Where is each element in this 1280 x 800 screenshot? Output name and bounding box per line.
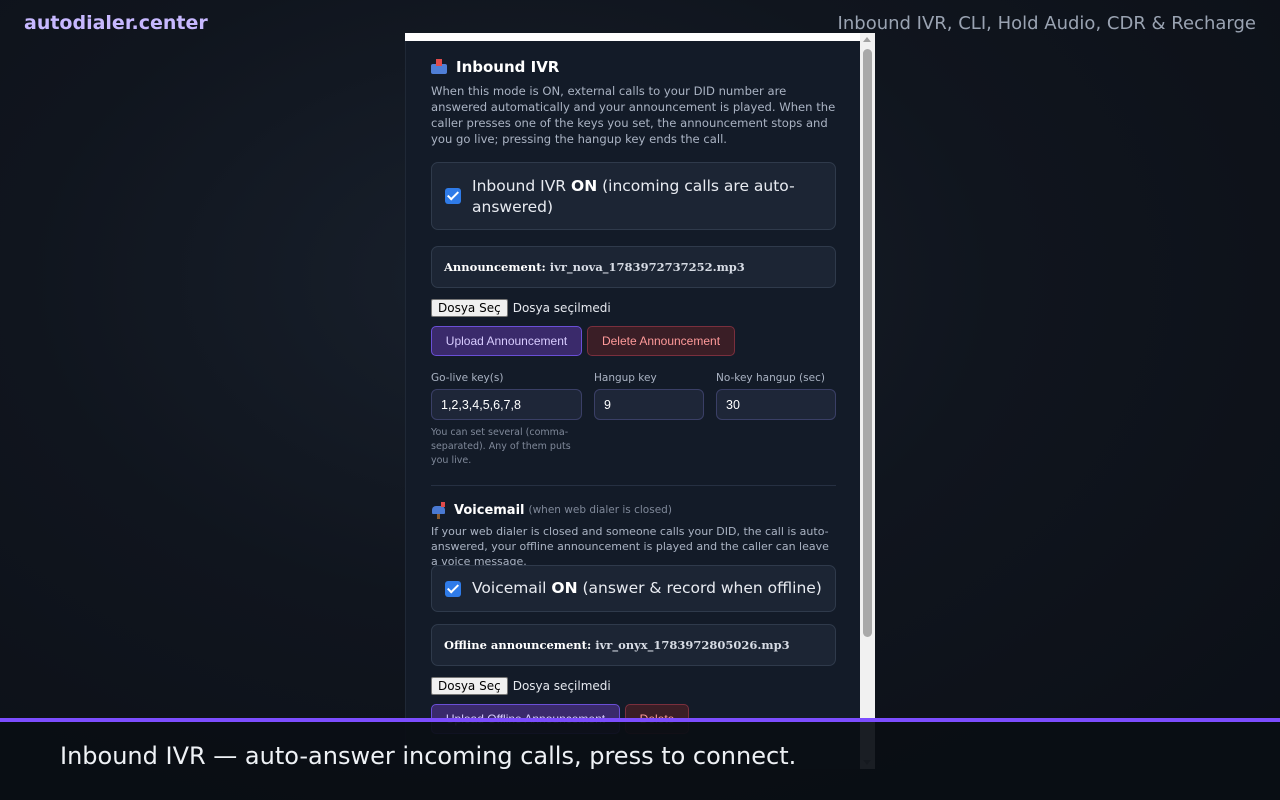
inbox-tray-icon — [431, 59, 447, 75]
upload-announcement-button[interactable]: Upload Announcement — [431, 326, 582, 356]
inbound-ivr-title: Inbound IVR — [456, 58, 560, 76]
offline-file-status: Dosya seçilmedi — [512, 679, 611, 693]
delete-announcement-button[interactable]: Delete Announcement — [587, 326, 735, 356]
file-status: Dosya seçilmedi — [512, 301, 611, 315]
golive-keys-input[interactable]: 1,2,3,4,5,6,7,8 — [431, 389, 582, 420]
topic-title: Inbound IVR, CLI, Hold Audio, CDR & Rech… — [837, 13, 1256, 34]
announcement-file-box: Announcement: ivr_nova_1783972737252.mp3 — [431, 246, 836, 288]
voicemail-description: If your web dialer is closed and someone… — [431, 525, 829, 568]
voicemail-checkbox[interactable] — [445, 581, 461, 597]
golive-label: Go-live key(s) — [431, 372, 504, 384]
voicemail-toggle[interactable]: Voicemail ON (answer & record when offli… — [431, 565, 836, 612]
section-divider — [431, 485, 836, 486]
mailbox-icon — [431, 502, 447, 519]
nokey-hangup-input[interactable]: 30 — [716, 389, 836, 420]
inbound-ivr-description: When this mode is ON, external calls to … — [431, 84, 836, 146]
offline-file-picker: Dosya Seç Dosya seçilmedi — [431, 677, 611, 695]
scrollbar-thumb[interactable] — [863, 49, 872, 637]
voicemail-toggle-label: Voicemail ON (answer & record when offli… — [472, 579, 822, 597]
inbound-ivr-checkbox[interactable] — [445, 188, 461, 204]
voicemail-title: Voicemail — [454, 502, 525, 518]
voicemail-subtitle: (when web dialer is closed) — [528, 504, 672, 516]
announcement-filename: ivr_nova_1783972737252.mp3 — [549, 260, 745, 274]
choose-file-button[interactable]: Dosya Seç — [431, 299, 508, 317]
caption-bar: Inbound IVR — auto-answer incoming calls… — [0, 722, 1280, 800]
settings-panel: Inbound IVR When this mode is ON, extern… — [405, 41, 861, 769]
announcement-file-picker: Dosya Seç Dosya seçilmedi — [431, 299, 611, 317]
scroll-up-icon[interactable] — [863, 37, 871, 42]
panel-scrollbar[interactable] — [860, 33, 875, 769]
inbound-ivr-toggle-label: Inbound IVR ON (incoming calls are auto-… — [472, 177, 795, 216]
inbound-ivr-heading: Inbound IVR — [431, 58, 559, 76]
hangup-key-input[interactable]: 9 — [594, 389, 704, 420]
inbound-ivr-toggle[interactable]: Inbound IVR ON (incoming calls are auto-… — [431, 162, 836, 230]
offline-announcement-file-box: Offline announcement: ivr_onyx_178397280… — [431, 624, 836, 666]
voicemail-heading: Voicemail (when web dialer is closed) — [431, 502, 672, 519]
choose-offline-file-button[interactable]: Dosya Seç — [431, 677, 508, 695]
settings-window: Inbound IVR When this mode is ON, extern… — [405, 33, 875, 769]
offline-announcement-filename: ivr_onyx_1783972805026.mp3 — [595, 638, 790, 652]
golive-hint: You can set several (comma-separated). A… — [431, 427, 571, 466]
nokey-hangup-label: No-key hangup (sec) — [716, 372, 825, 384]
brand-logo: autodialer.center — [24, 12, 208, 34]
caption-text: Inbound IVR — auto-answer incoming calls… — [60, 742, 797, 770]
hangup-key-label: Hangup key — [594, 372, 657, 384]
announcement-label: Announcement: ivr_nova_1783972737252.mp3 — [444, 260, 745, 274]
offline-announcement-label: Offline announcement: ivr_onyx_178397280… — [444, 638, 790, 652]
